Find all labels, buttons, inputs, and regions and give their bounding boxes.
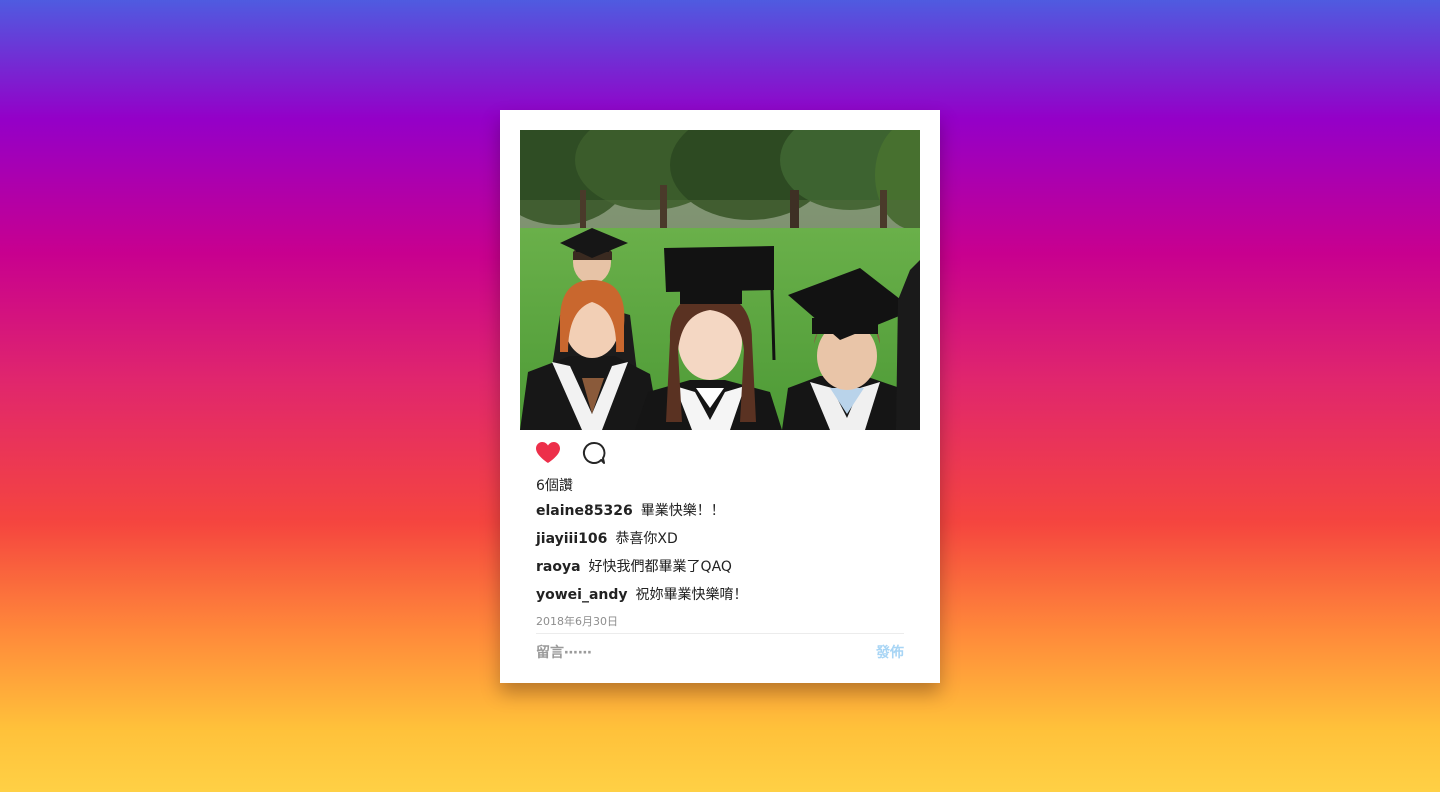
comment-item: yowei_andy 祝妳畢業快樂唷！ <box>536 585 908 613</box>
comment-bubble-icon[interactable] <box>580 439 608 467</box>
comment-list: elaine85326 畢業快樂！！ jiayiii106 恭喜你XD raoya 好… <box>536 501 908 613</box>
comment-text: 好快我們都畢業了QAQ <box>588 559 732 575</box>
comment-input[interactable] <box>536 641 836 665</box>
comment-text: 祝妳畢業快樂唷！ <box>635 587 748 603</box>
post-actions <box>534 439 608 467</box>
divider <box>536 633 904 634</box>
comment-item: jiayiii106 恭喜你XD <box>536 529 908 557</box>
comment-username[interactable]: elaine85326 <box>536 503 633 519</box>
post-card: 6個讚 elaine85326 畢業快樂！！ jiayiii106 恭喜你XD ra… <box>500 110 940 683</box>
post-button[interactable]: 發佈 <box>876 641 904 665</box>
heart-icon[interactable] <box>534 439 562 467</box>
comment-username[interactable]: raoya <box>536 559 581 575</box>
comment-text: 恭喜你XD <box>615 531 678 547</box>
comment-username[interactable]: jiayiii106 <box>536 531 607 547</box>
comment-text: 畢業快樂！！ <box>640 503 725 519</box>
graduation-photo <box>520 130 920 430</box>
like-count: 6個讚 <box>536 478 573 494</box>
post-photo[interactable] <box>520 130 920 430</box>
comment-username[interactable]: yowei_andy <box>536 587 628 603</box>
post-date: 2018年6月30日 <box>536 615 618 628</box>
comment-item: raoya 好快我們都畢業了QAQ <box>536 557 908 585</box>
comment-item: elaine85326 畢業快樂！！ <box>536 501 908 529</box>
